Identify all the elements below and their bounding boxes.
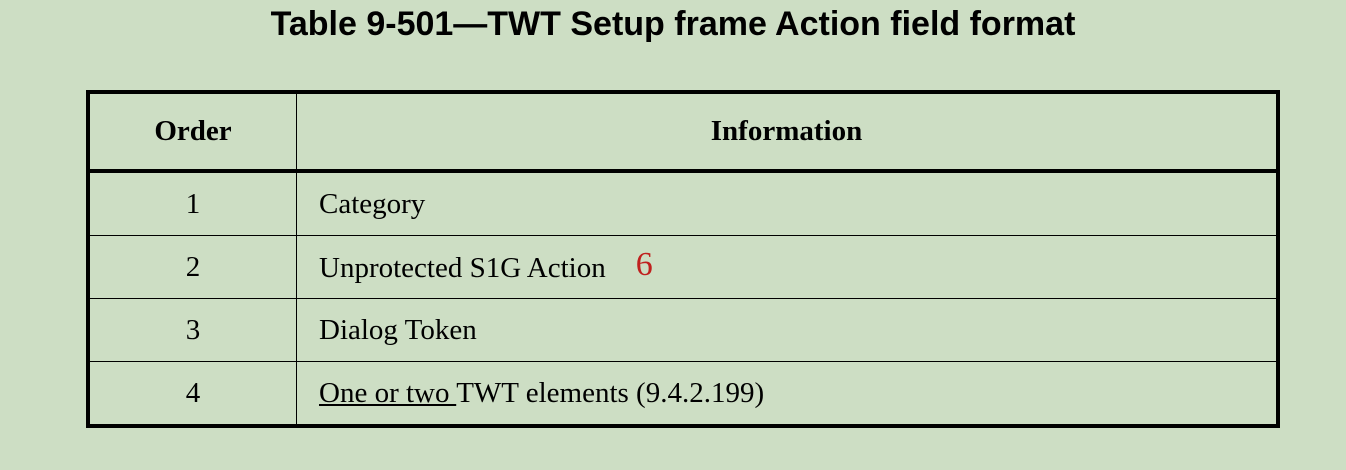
header-order: Order [87, 91, 297, 173]
information-cell: Dialog Token [296, 298, 1279, 362]
header-information: Information [296, 91, 1279, 173]
table-header-row: Order Information [87, 91, 1279, 173]
information-text: TWT elements (9.4.2.199) [456, 376, 765, 409]
table-row: 4 One or two TWT elements (9.4.2.199) [87, 361, 1279, 427]
order-cell: 4 [87, 361, 297, 427]
table-row: 1 Category [87, 170, 1279, 236]
information-text: Dialog Token [319, 313, 477, 346]
order-cell: 2 [87, 235, 297, 299]
annotation-mark: 6 [635, 246, 653, 283]
order-cell: 1 [87, 170, 297, 236]
order-cell: 3 [87, 298, 297, 362]
information-cell: Category [296, 170, 1279, 236]
information-text: Category [319, 187, 426, 220]
inserted-text: One or two [319, 376, 457, 409]
information-cell: Unprotected S1G Action 6 [296, 235, 1279, 299]
table-row: 3 Dialog Token [87, 298, 1279, 362]
action-field-format-table: Order Information 1 Category 2 Unprotect… [86, 90, 1280, 428]
information-text: Unprotected S1G Action [319, 252, 606, 284]
information-cell: One or two TWT elements (9.4.2.199) [296, 361, 1279, 427]
table-row: 2 Unprotected S1G Action 6 [87, 235, 1279, 299]
table-title: Table 9-501—TWT Setup frame Action field… [270, 5, 1076, 43]
